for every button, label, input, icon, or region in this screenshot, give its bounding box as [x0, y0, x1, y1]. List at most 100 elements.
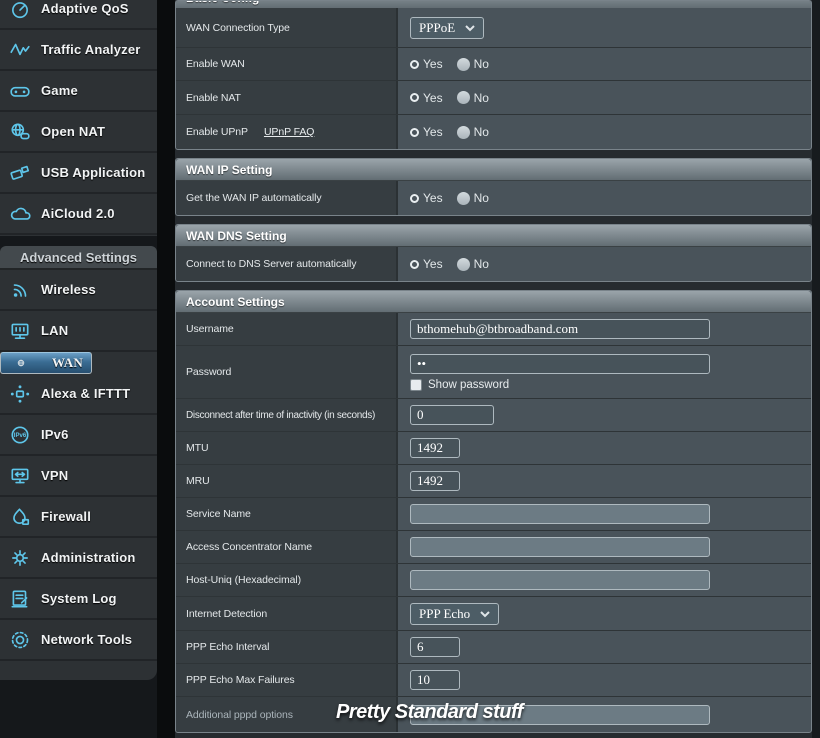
ppp-echo-max-failures-input[interactable] [410, 670, 460, 690]
mtu-input[interactable] [410, 438, 460, 458]
show-password-checkbox[interactable] [410, 379, 422, 391]
sidebar-item-label: AiCloud 2.0 [41, 206, 115, 221]
wan-settings-page: Basic Config WAN Connection Type PPPoE E… [175, 0, 812, 738]
radio-selected-icon [410, 128, 419, 137]
idle-disconnect-input[interactable] [410, 405, 494, 425]
settings-row-auto-wan-ip: Get the WAN IP automatically Yes No [176, 181, 811, 215]
sidebar-item-system-log[interactable]: System Log [0, 579, 157, 620]
ppp-echo-interval-input[interactable] [410, 637, 460, 657]
settings-row-username: Username [176, 313, 811, 346]
field-label: WAN Connection Type [186, 22, 290, 34]
enable-upnp-radio-yes[interactable]: Yes [410, 125, 443, 139]
settings-row-ppp-echo-max-failures: PPP Echo Max Failures [176, 664, 811, 697]
field-label: Disconnect after time of inactivity (in … [186, 410, 375, 421]
enable-wan-radio-yes[interactable]: Yes [410, 57, 443, 71]
settings-row-password: Password Show password [176, 346, 811, 399]
gauge-icon [8, 0, 32, 21]
auto-wan-ip-radio-yes[interactable]: Yes [410, 191, 443, 205]
mru-input[interactable] [410, 471, 460, 491]
enable-upnp-radio-no[interactable]: No [457, 125, 489, 139]
sidebar-item-vpn[interactable]: VPN [0, 456, 157, 497]
settings-row-service-name: Service Name [176, 498, 811, 531]
password-input[interactable] [410, 354, 710, 374]
sidebar-item-lan[interactable]: LAN [0, 311, 157, 352]
sidebar-item-open-nat[interactable]: Open NAT [0, 112, 157, 153]
radio-label: No [474, 91, 489, 105]
sidebar-content-divider [157, 0, 175, 738]
vpn-monitor-icon [8, 464, 32, 488]
sidebar-item-network-tools[interactable]: Network Tools [0, 620, 157, 661]
field-label: Enable NAT [186, 92, 241, 104]
enable-nat-radio-no[interactable]: No [457, 91, 489, 105]
radio-label: Yes [423, 125, 443, 139]
usb-drive-icon [8, 161, 32, 185]
select-value: PPP Echo [419, 606, 470, 622]
select-value: PPPoE [419, 20, 455, 36]
ipv6-globe-icon: IPv6 [8, 423, 32, 447]
sidebar-item-alexa-ifttt[interactable]: Alexa & IFTTT [0, 374, 157, 415]
field-label: MRU [186, 475, 210, 487]
sidebar-item-label: LAN [41, 323, 68, 338]
sidebar-item-wireless[interactable]: Wireless [0, 270, 157, 311]
log-document-icon [8, 587, 32, 611]
radio-label: No [474, 57, 489, 71]
field-label: Get the WAN IP automatically [186, 192, 322, 204]
auto-wan-ip-radio-no[interactable]: No [457, 191, 489, 205]
sidebar-item-label: VPN [41, 468, 68, 483]
flame-icon [8, 505, 32, 529]
wan-ip-setting-section: WAN IP Setting Get the WAN IP automatica… [175, 158, 812, 216]
service-name-input[interactable] [410, 504, 710, 524]
sidebar-item-label: WAN [52, 355, 83, 371]
sidebar-item-label: Alexa & IFTTT [41, 386, 130, 401]
auto-dns-radio-no[interactable]: No [457, 257, 489, 271]
sidebar-item-aicloud[interactable]: AiCloud 2.0 [0, 194, 157, 235]
settings-row-internet-detection: Internet Detection PPP Echo [176, 597, 811, 631]
host-uniq-input[interactable] [410, 570, 710, 590]
sidebar-item-administration[interactable]: Administration [0, 538, 157, 579]
sidebar-item-adaptive-qos[interactable]: Adaptive QoS [0, 0, 157, 30]
sidebar-item-label: Administration [41, 550, 136, 565]
sidebar-item-ipv6[interactable]: IPv6 IPv6 [0, 415, 157, 456]
wan-connection-type-select[interactable]: PPPoE [410, 17, 484, 39]
field-label: Additional pppd options [186, 709, 293, 721]
access-concentrator-input[interactable] [410, 537, 710, 557]
settings-row-auto-dns: Connect to DNS Server automatically Yes … [176, 247, 811, 281]
sidebar-item-label: Wireless [41, 282, 96, 297]
sidebar-item-firewall[interactable]: Firewall [0, 497, 157, 538]
sidebar-item-label: Network Tools [41, 632, 132, 647]
radio-selected-icon [410, 60, 419, 69]
advanced-settings-header: Advanced Settings [0, 246, 157, 270]
svg-text:IPv6: IPv6 [14, 433, 27, 439]
radio-selected-icon [410, 93, 419, 102]
sidebar-item-game[interactable]: Game [0, 71, 157, 112]
gear-person-icon [8, 546, 32, 570]
field-label: Connect to DNS Server automatically [186, 258, 356, 270]
radio-unselected-icon [457, 192, 470, 205]
cloud-icon [8, 202, 32, 226]
section-header: WAN DNS Setting [176, 225, 811, 247]
upnp-faq-link[interactable]: UPnP FAQ [264, 126, 314, 138]
settings-row-enable-upnp: Enable UPnP UPnP FAQ Yes No [176, 115, 811, 149]
internet-detection-select[interactable]: PPP Echo [410, 603, 499, 625]
sidebar-item-traffic-analyzer[interactable]: Traffic Analyzer [0, 30, 157, 71]
radio-label: No [474, 125, 489, 139]
auto-dns-radio-yes[interactable]: Yes [410, 257, 443, 271]
settings-row-mru: MRU [176, 465, 811, 498]
radio-unselected-icon [457, 258, 470, 271]
chevron-down-icon [480, 606, 490, 622]
settings-row-wan-connection-type: WAN Connection Type PPPoE [176, 8, 811, 48]
right-edge-shade [812, 0, 820, 738]
sidebar-item-usb-application[interactable]: USB Application [0, 153, 157, 194]
enable-wan-radio-no[interactable]: No [457, 57, 489, 71]
sidebar-item-wan[interactable]: WAN [0, 352, 92, 374]
network-nodes-icon [8, 382, 32, 406]
settings-row-enable-wan: Enable WAN Yes No [176, 48, 811, 81]
field-label: Host-Uniq (Hexadecimal) [186, 574, 301, 586]
account-settings-section: Account Settings Username Password Show … [175, 290, 812, 733]
sidebar-item-label: Adaptive QoS [41, 1, 129, 16]
username-input[interactable] [410, 319, 710, 339]
field-label: PPP Echo Max Failures [186, 674, 295, 686]
basic-config-section: Basic Config WAN Connection Type PPPoE E… [175, 0, 812, 150]
enable-nat-radio-yes[interactable]: Yes [410, 91, 443, 105]
settings-row-mtu: MTU [176, 432, 811, 465]
